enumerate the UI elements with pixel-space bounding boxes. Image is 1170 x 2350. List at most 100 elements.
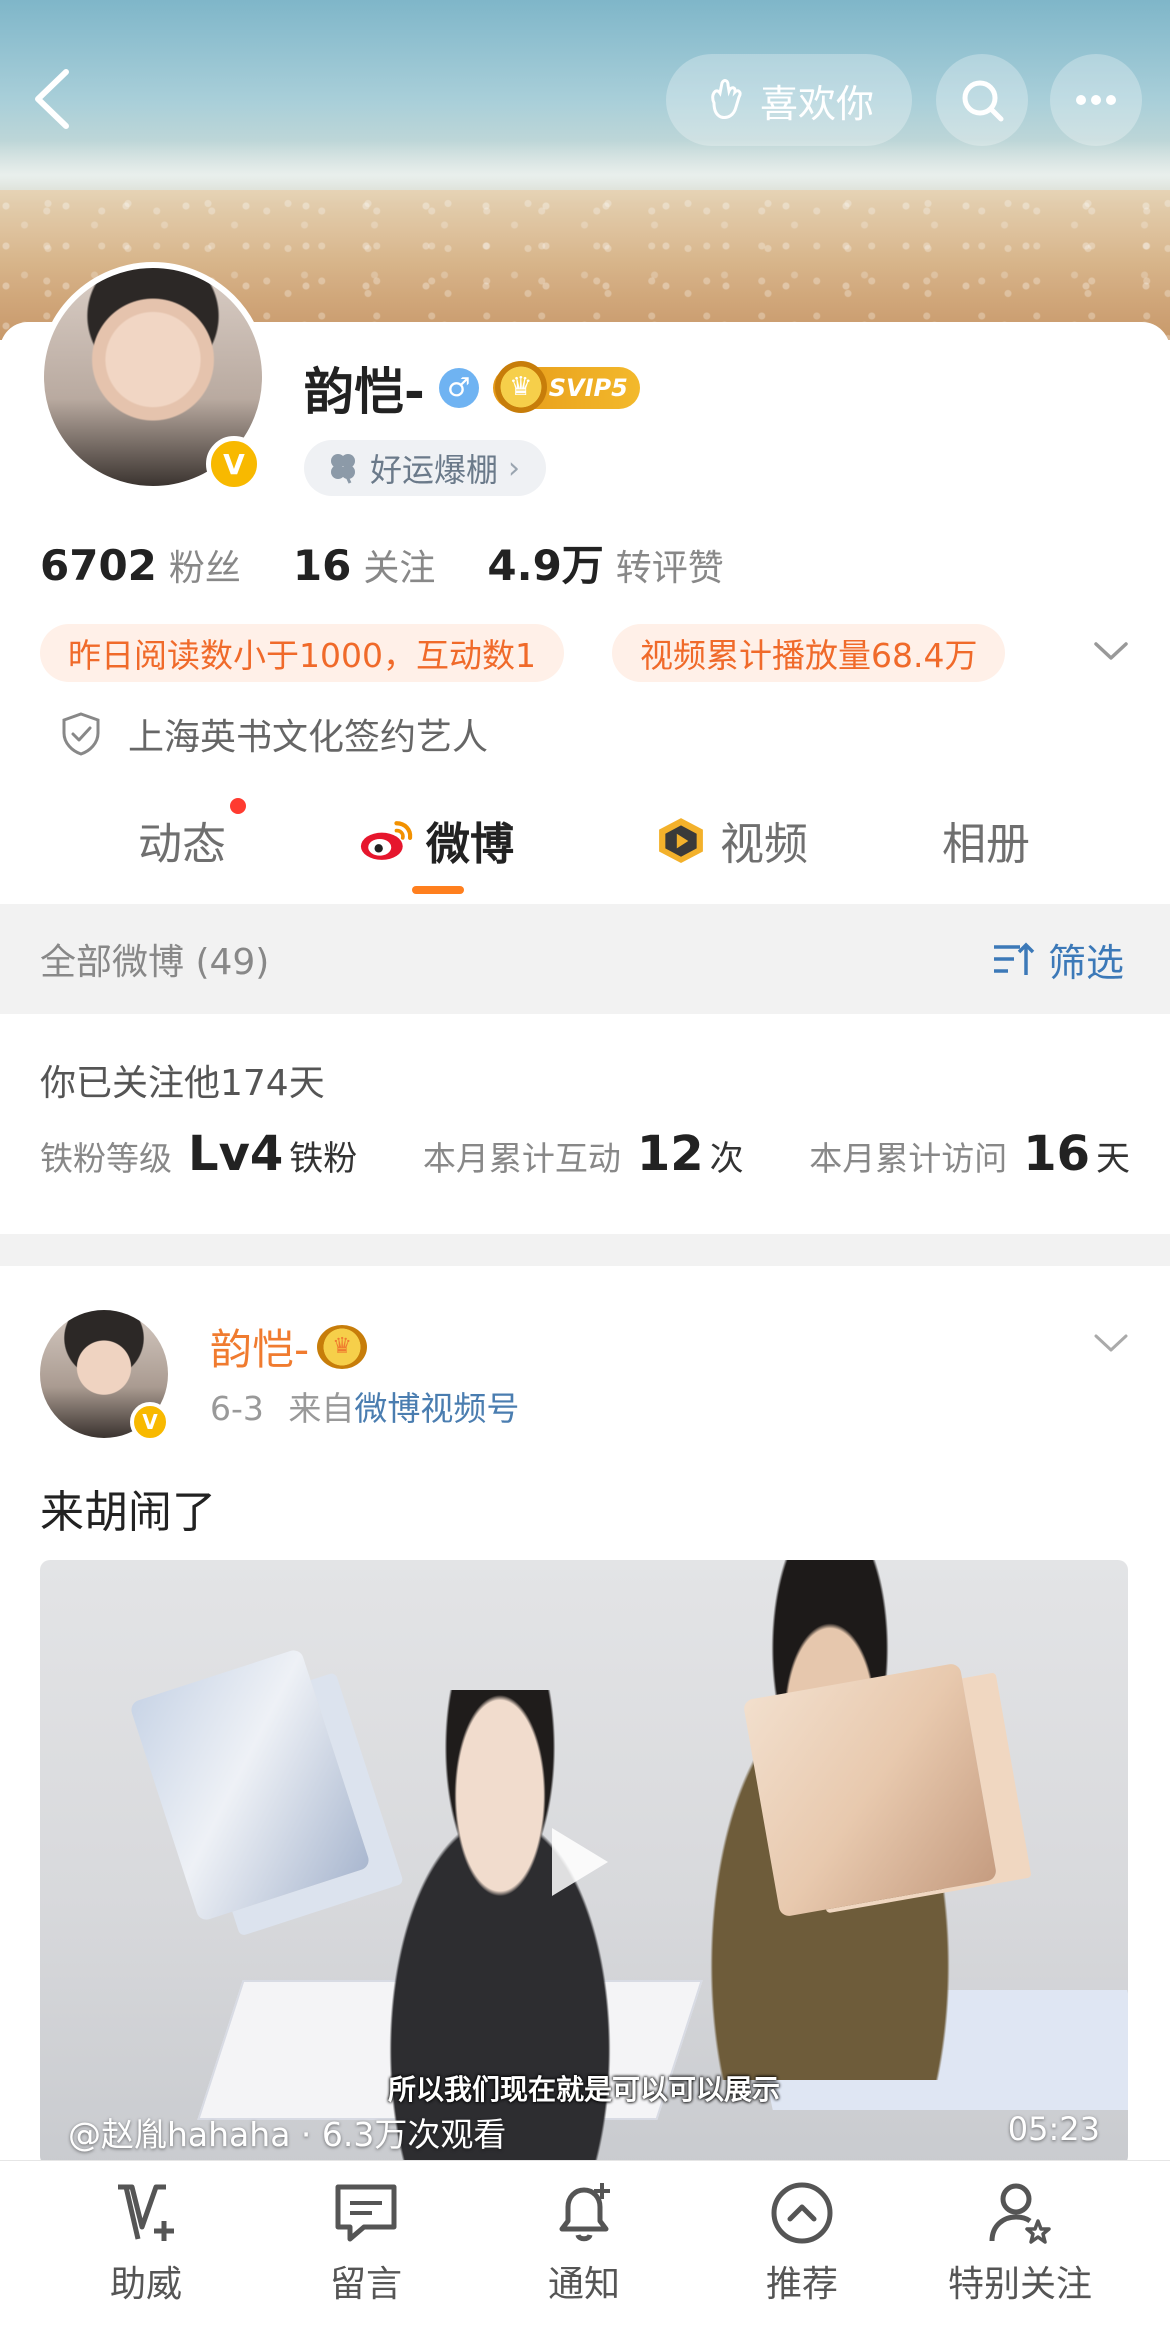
- stat-following[interactable]: 16 关注: [293, 539, 435, 591]
- recommend-icon: [771, 2182, 833, 2244]
- stat-label: 转评赞: [615, 548, 724, 589]
- stat-value: 4.9万: [487, 541, 604, 590]
- filter-label: 筛选: [1047, 940, 1124, 985]
- chevron-down-icon[interactable]: [1090, 634, 1132, 670]
- bottom-bar-label: 推荐: [765, 2264, 838, 2305]
- special-follow-button[interactable]: 特别关注: [920, 2177, 1120, 2307]
- active-tab-indicator: [412, 886, 464, 894]
- video-player[interactable]: 所以我们现在就是可以可以展示 @赵胤hahaha · 6.3万次观看 05:23: [40, 1560, 1128, 2166]
- tab-label: 微博: [426, 819, 514, 870]
- search-button[interactable]: [936, 54, 1028, 146]
- all-posts-count: 全部微博 (49): [40, 942, 270, 983]
- bottom-bar-label: 通知: [547, 2264, 620, 2305]
- section-divider: [0, 1234, 1170, 1266]
- post-menu-chevron-icon[interactable]: [1090, 1326, 1132, 1362]
- crown-icon: ♛: [494, 361, 547, 413]
- clover-icon: [331, 454, 355, 484]
- tab-album[interactable]: 相册: [942, 790, 1030, 890]
- fan-level: 铁粉等级 Lv4 铁粉: [40, 1126, 357, 1182]
- post-author-name: 韵恺-: [210, 1325, 310, 1374]
- name-row: 韵恺- ♂ ♛ SVIP5: [304, 352, 640, 424]
- back-arrow-icon: [35, 69, 69, 129]
- profile-name: 韵恺-: [304, 363, 425, 421]
- tab-label: 相册: [942, 819, 1030, 870]
- stat-value: 16: [292, 541, 352, 590]
- post-source[interactable]: 微博视频号: [354, 1389, 519, 1428]
- fan-stats-row: 铁粉等级 Lv4 铁粉 本月累计互动 12 次 本月累计访问 16 天: [40, 1126, 1130, 1182]
- stat-label: 粉丝: [168, 548, 241, 589]
- more-button[interactable]: [1050, 54, 1142, 146]
- fan-level-label: 铁粉等级: [40, 1139, 172, 1178]
- message-button[interactable]: 留言: [266, 2177, 466, 2307]
- notify-button[interactable]: 通知: [484, 2177, 684, 2307]
- search-icon: [962, 80, 1004, 122]
- certification-row: 上海英书文化签约艺人: [60, 708, 488, 760]
- bottom-action-bar: 助威 留言 通知 推荐 特别关注: [0, 2160, 1170, 2350]
- hand-heart-icon: [711, 79, 742, 119]
- play-icon[interactable]: [544, 1822, 614, 1902]
- stat-interactions[interactable]: 4.9万 转评赞: [487, 532, 723, 593]
- fan-info[interactable]: 你已关注他174天 铁粉等级 Lv4 铁粉 本月累计互动 12 次 本月累计访问 16 天: [0, 1014, 1170, 1234]
- like-you-button[interactable]: 喜欢你: [666, 54, 912, 146]
- tab-feed[interactable]: 动态: [138, 790, 246, 890]
- fan-level-value: Lv4: [188, 1126, 284, 1182]
- monthly-visits-value: 16: [1023, 1126, 1090, 1182]
- stat-fans[interactable]: 6702 粉丝: [40, 539, 241, 591]
- bell-add-icon: [559, 2183, 610, 2242]
- tab-video[interactable]: 视频: [654, 790, 808, 890]
- monthly-interactions-value: 12: [636, 1126, 704, 1182]
- stat-label: 关注: [363, 548, 436, 589]
- weibo-logo-icon: [360, 821, 413, 860]
- video-scene-cards: [742, 1662, 998, 1918]
- read-stats-pill[interactable]: 昨日阅读数小于1000，互动数1: [40, 624, 564, 682]
- luck-tag-label: 好运爆棚: [370, 451, 499, 489]
- video-info: @赵胤hahaha · 6.3万次观看: [68, 2115, 507, 2154]
- bottom-bar-label: 留言: [329, 2264, 402, 2305]
- video-channel-icon: [659, 818, 703, 863]
- svip-label: SVIP5: [548, 374, 628, 402]
- luck-tag[interactable]: 好运爆棚 ›: [304, 440, 547, 496]
- verified-badge-icon: V: [206, 436, 262, 492]
- svip-badge[interactable]: ♛ SVIP5: [492, 361, 640, 413]
- video-plays-pill[interactable]: 视频累计播放量68.4万: [612, 624, 1006, 682]
- post-text: 来胡闹了: [40, 1487, 216, 1538]
- post-author[interactable]: 韵恺- ♛: [210, 1316, 368, 1377]
- video-duration: 05:23: [1007, 2110, 1100, 2148]
- like-you-label: 喜欢你: [759, 81, 874, 126]
- more-dots-icon: [1076, 95, 1116, 105]
- back-button[interactable]: [28, 66, 78, 132]
- verified-badge-icon: V: [130, 1402, 170, 1442]
- special-follow-icon: [989, 2183, 1051, 2244]
- profile-tabs: 动态 微博 视频 相册: [0, 790, 1170, 902]
- male-gender-icon: ♂: [438, 368, 479, 408]
- follow-days: 你已关注他174天: [40, 1063, 325, 1104]
- filter-bar: 全部微博 (49) 筛选: [0, 904, 1170, 1014]
- video-subtitle: 所以我们现在就是可以可以展示: [387, 2073, 780, 2106]
- crown-icon: ♛: [317, 1324, 368, 1369]
- filter-icon: [993, 942, 1035, 975]
- monthly-interactions-label: 本月累计互动: [422, 1139, 621, 1178]
- monthly-visits-suffix: 天: [1096, 1139, 1130, 1179]
- monthly-interactions: 本月累计互动 12 次: [423, 1126, 744, 1182]
- chevron-right-icon: ›: [508, 450, 521, 486]
- recommend-button[interactable]: 推荐: [702, 2177, 902, 2307]
- post-from-prefix: 来自: [288, 1389, 355, 1428]
- bottom-bar-label: 特别关注: [947, 2264, 1092, 2305]
- monthly-visits-label: 本月累计访问: [809, 1139, 1008, 1178]
- post-meta: 6-3 来自微博视频号: [210, 1382, 519, 1430]
- cheer-button[interactable]: 助威: [46, 2177, 246, 2307]
- weibo-post: V 韵恺- ♛ 6-3 来自微博视频号 来胡闹了 所以我们现在就是可以可以展示 …: [0, 1266, 1170, 2166]
- bottom-bar-label: 助威: [109, 2264, 182, 2305]
- filter-button[interactable]: 筛选: [992, 932, 1124, 987]
- monthly-visits: 本月累计访问 16 天: [809, 1126, 1130, 1182]
- message-icon: [335, 2184, 397, 2242]
- monthly-interactions-suffix: 次: [709, 1139, 744, 1179]
- certification-text: 上海英书文化签约艺人: [128, 717, 489, 758]
- notification-dot: [230, 798, 246, 814]
- profile-stats: 6702 粉丝 16 关注 4.9万 转评赞: [40, 532, 776, 593]
- tab-weibo[interactable]: 微博: [358, 790, 514, 890]
- tab-label: 视频: [720, 819, 808, 870]
- post-date: 6-3: [210, 1389, 264, 1428]
- tab-label: 动态: [138, 819, 226, 870]
- cheer-icon: [118, 2184, 174, 2241]
